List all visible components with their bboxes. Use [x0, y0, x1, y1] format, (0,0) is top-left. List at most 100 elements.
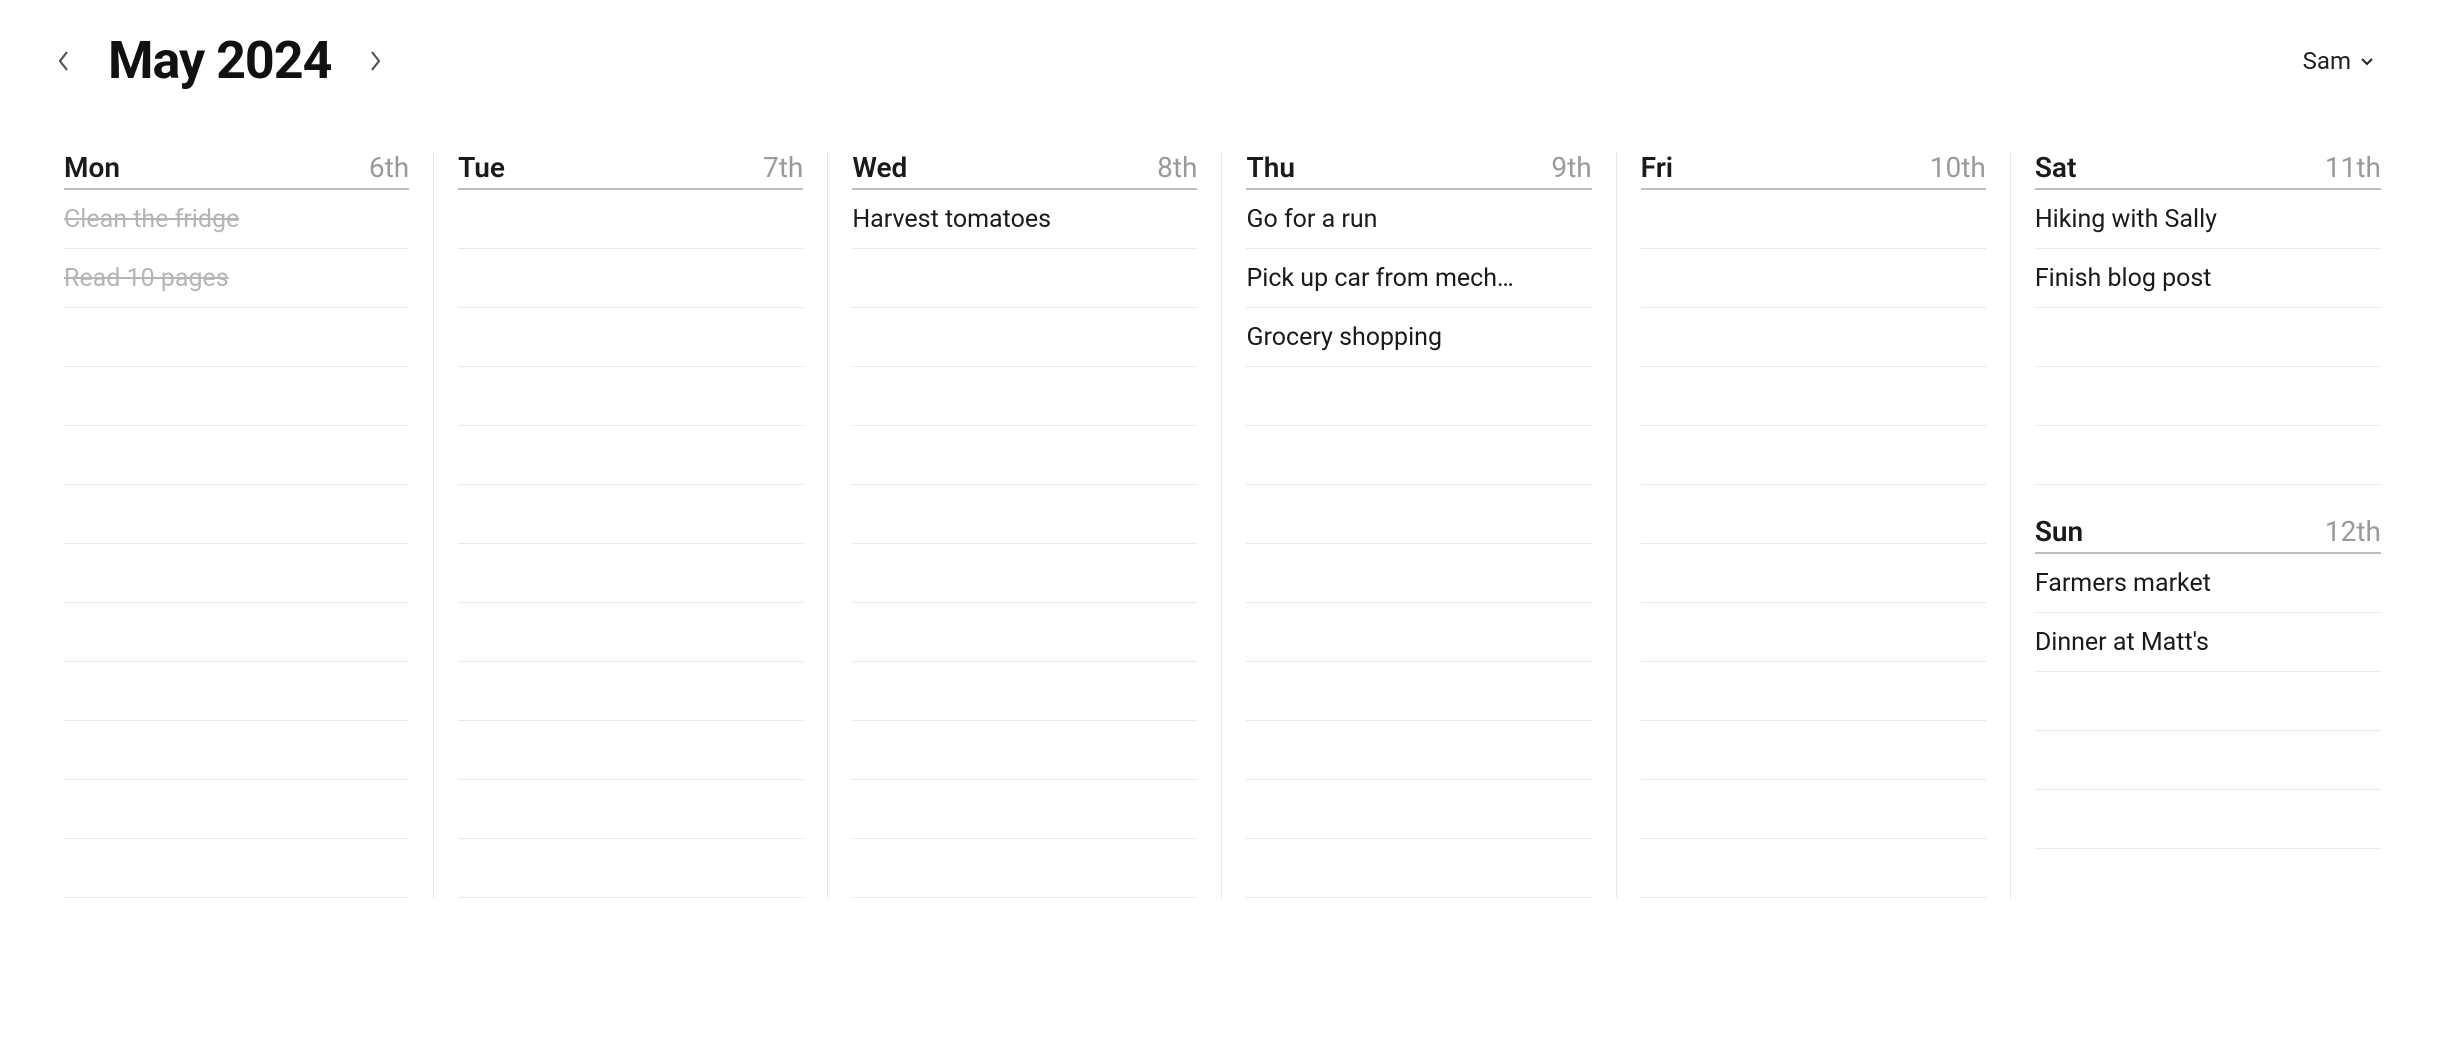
- task-row[interactable]: Clean the fridge: [64, 190, 409, 249]
- task-row[interactable]: Hiking with Sally: [2035, 190, 2381, 249]
- task-row[interactable]: [1246, 721, 1591, 780]
- task-row[interactable]: [458, 426, 803, 485]
- task-row[interactable]: [458, 544, 803, 603]
- next-month-button[interactable]: [361, 47, 389, 75]
- task-row[interactable]: Harvest tomatoes: [852, 190, 1197, 249]
- task-row[interactable]: [458, 485, 803, 544]
- task-row[interactable]: [1641, 308, 1986, 367]
- task-row[interactable]: [1641, 426, 1986, 485]
- prev-month-button[interactable]: [50, 47, 78, 75]
- task-row[interactable]: [64, 308, 409, 367]
- task-row[interactable]: Grocery shopping: [1246, 308, 1591, 367]
- task-row[interactable]: [852, 780, 1197, 839]
- task-row[interactable]: [458, 308, 803, 367]
- task-row[interactable]: [64, 662, 409, 721]
- task-row[interactable]: [1246, 662, 1591, 721]
- task-row[interactable]: [852, 721, 1197, 780]
- day-block: Mon6th Clean the fridge Read 10 pages: [64, 151, 409, 898]
- task-row[interactable]: [1246, 839, 1591, 898]
- task-row[interactable]: Farmers market: [2035, 554, 2381, 613]
- day-block: Sun12thFarmers marketDinner at Matt's: [2035, 515, 2381, 849]
- task-row[interactable]: [852, 485, 1197, 544]
- task-row[interactable]: [458, 249, 803, 308]
- day-date: 6th: [369, 151, 409, 184]
- task-row[interactable]: [1246, 426, 1591, 485]
- task-row[interactable]: [2035, 672, 2381, 731]
- task-row[interactable]: [2035, 308, 2381, 367]
- task-label: Harvest tomatoes: [852, 205, 1197, 234]
- task-label: Finish blog post: [2035, 264, 2381, 293]
- day-name: Sat: [2035, 151, 2077, 184]
- chevron-down-icon: [2359, 53, 2375, 69]
- task-row[interactable]: [1641, 603, 1986, 662]
- task-row[interactable]: [1246, 603, 1591, 662]
- task-row[interactable]: Pick up car from mech…: [1246, 249, 1591, 308]
- task-row[interactable]: [852, 662, 1197, 721]
- task-row[interactable]: [1641, 780, 1986, 839]
- task-row[interactable]: [2035, 426, 2381, 485]
- task-row[interactable]: [852, 308, 1197, 367]
- day-column: Fri10th: [1617, 151, 2011, 898]
- day-name: Tue: [458, 151, 505, 184]
- task-row[interactable]: [64, 839, 409, 898]
- task-row[interactable]: [64, 426, 409, 485]
- task-row[interactable]: [458, 721, 803, 780]
- task-row[interactable]: [64, 780, 409, 839]
- day-date: 8th: [1157, 151, 1197, 184]
- task-label: Farmers market: [2035, 569, 2381, 598]
- task-row[interactable]: [458, 839, 803, 898]
- task-row[interactable]: [1246, 544, 1591, 603]
- task-row[interactable]: [852, 603, 1197, 662]
- task-row[interactable]: [458, 190, 803, 249]
- task-row[interactable]: [64, 544, 409, 603]
- task-row[interactable]: [2035, 367, 2381, 426]
- day-block: Tue7th: [458, 151, 803, 898]
- task-row[interactable]: [852, 544, 1197, 603]
- task-row[interactable]: [1641, 544, 1986, 603]
- task-row[interactable]: [1641, 662, 1986, 721]
- day-date: 10th: [1930, 151, 1986, 184]
- day-date: 9th: [1551, 151, 1591, 184]
- day-column: Thu9thGo for a runPick up car from mech……: [1222, 151, 1616, 898]
- task-row[interactable]: [2035, 790, 2381, 849]
- day-date: 12th: [2325, 515, 2381, 548]
- task-row[interactable]: [852, 249, 1197, 308]
- task-row[interactable]: [64, 485, 409, 544]
- task-row[interactable]: [1641, 721, 1986, 780]
- task-row[interactable]: [1246, 485, 1591, 544]
- day-name: Wed: [852, 151, 907, 184]
- task-row[interactable]: [458, 662, 803, 721]
- task-row[interactable]: [1246, 367, 1591, 426]
- task-row[interactable]: [64, 367, 409, 426]
- task-label: Clean the fridge: [64, 205, 409, 234]
- task-row[interactable]: [1641, 839, 1986, 898]
- task-row[interactable]: [1641, 190, 1986, 249]
- task-row[interactable]: [64, 603, 409, 662]
- task-row[interactable]: Dinner at Matt's: [2035, 613, 2381, 672]
- task-row[interactable]: [458, 780, 803, 839]
- user-menu[interactable]: Sam: [2303, 47, 2395, 75]
- chevron-right-icon: [368, 49, 382, 73]
- task-row[interactable]: Go for a run: [1246, 190, 1591, 249]
- task-row[interactable]: [1641, 485, 1986, 544]
- day-column: Mon6th Clean the fridge Read 10 pages: [40, 151, 434, 898]
- task-row[interactable]: Finish blog post: [2035, 249, 2381, 308]
- task-label: Pick up car from mech…: [1246, 264, 1591, 293]
- task-row[interactable]: Read 10 pages: [64, 249, 409, 308]
- day-column: Wed 8th Harvest tomatoes: [828, 151, 1222, 898]
- task-row[interactable]: [458, 367, 803, 426]
- task-row[interactable]: [1641, 367, 1986, 426]
- task-row[interactable]: [852, 426, 1197, 485]
- task-label: Dinner at Matt's: [2035, 628, 2381, 657]
- task-row[interactable]: [852, 839, 1197, 898]
- task-row[interactable]: [64, 721, 409, 780]
- day-date: 11th: [2325, 151, 2381, 184]
- task-row[interactable]: [1641, 249, 1986, 308]
- task-row[interactable]: [458, 603, 803, 662]
- day-header: Mon6th: [64, 151, 409, 190]
- task-row[interactable]: [1246, 780, 1591, 839]
- task-row[interactable]: [852, 367, 1197, 426]
- header-left: May 2024: [50, 30, 389, 91]
- task-row[interactable]: [2035, 731, 2381, 790]
- day-block: Fri10th: [1641, 151, 1986, 898]
